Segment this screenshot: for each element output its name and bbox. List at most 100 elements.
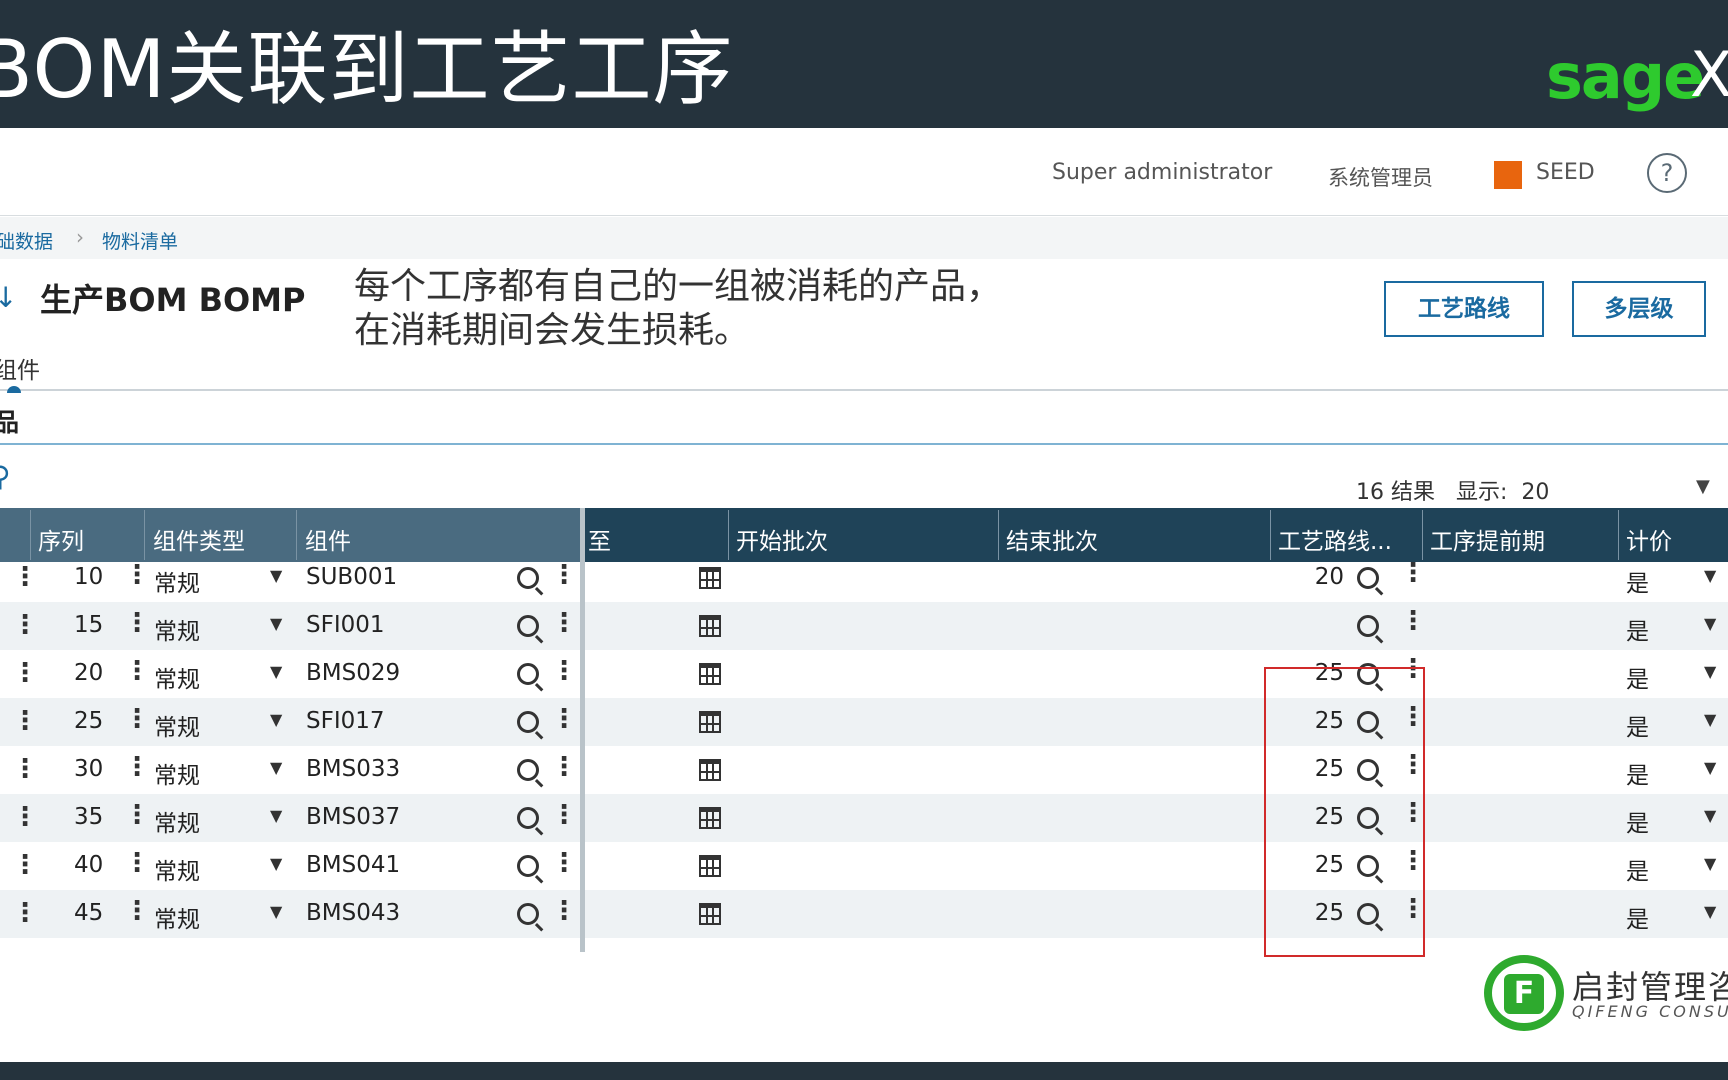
cell-component[interactable]: BMS029: [306, 660, 400, 686]
cell-pricing[interactable]: 是: [1626, 660, 1649, 694]
cell-menu-icon[interactable]: ⋮: [551, 898, 577, 924]
row-menu-icon[interactable]: ⋮: [12, 756, 38, 782]
help-icon[interactable]: ?: [1647, 153, 1687, 193]
table-row[interactable]: ⋮ 20 ⋮ 常规 ▼ BMS029 ⋮ 25 ⋮ 是 ▼: [0, 650, 1728, 698]
cell-menu-icon[interactable]: ⋮: [124, 610, 150, 636]
frozen-column-splitter[interactable]: [580, 508, 585, 952]
search-icon[interactable]: ⚲: [0, 460, 11, 493]
cell-menu-icon[interactable]: ⋮: [124, 562, 150, 588]
cell-menu-icon[interactable]: ⋮: [124, 706, 150, 732]
routing-button[interactable]: 工艺路线: [1384, 281, 1544, 337]
cell-type[interactable]: 常规: [154, 756, 200, 790]
table-row[interactable]: ⋮ 10 ⋮ 常规 ▼ SUB001 ⋮ 20 ⋮ 是 ▼: [0, 554, 1728, 602]
cell-seq[interactable]: 40: [74, 852, 103, 878]
search-icon[interactable]: [517, 711, 539, 733]
breadcrumb-item-base-data[interactable]: 础数据: [0, 227, 53, 254]
breadcrumb-item-bom[interactable]: 物料清单: [102, 227, 178, 254]
cell-seq[interactable]: 10: [74, 564, 103, 590]
calendar-icon[interactable]: [699, 567, 721, 589]
cell-component[interactable]: BMS033: [306, 756, 400, 782]
chevron-down-icon[interactable]: ▼: [270, 806, 282, 825]
row-menu-icon[interactable]: ⋮: [12, 804, 38, 830]
chevron-down-icon[interactable]: ▼: [270, 710, 282, 729]
cell-menu-icon[interactable]: ⋮: [124, 754, 150, 780]
chevron-down-icon[interactable]: ▼: [270, 902, 282, 921]
cell-type[interactable]: 常规: [154, 900, 200, 934]
row-menu-icon[interactable]: ⋮: [12, 900, 38, 926]
calendar-icon[interactable]: [699, 855, 721, 877]
folder-name[interactable]: SEED: [1536, 160, 1595, 185]
row-menu-icon[interactable]: ⋮: [12, 612, 38, 638]
chevron-down-icon[interactable]: ▼: [1704, 710, 1716, 729]
search-icon[interactable]: [517, 903, 539, 925]
row-menu-icon[interactable]: ⋮: [12, 564, 38, 590]
cell-component[interactable]: SFI001: [306, 612, 385, 638]
chevron-down-icon[interactable]: ▼: [1704, 806, 1716, 825]
column-header-start-lot[interactable]: 开始批次: [736, 522, 828, 556]
cell-pricing[interactable]: 是: [1626, 852, 1649, 886]
chevron-down-icon[interactable]: ▼: [270, 662, 282, 681]
multilevel-button[interactable]: 多层级: [1572, 281, 1706, 337]
cell-component[interactable]: BMS043: [306, 900, 400, 926]
calendar-icon[interactable]: [699, 663, 721, 685]
column-header-end-lot[interactable]: 结束批次: [1006, 522, 1098, 556]
search-icon[interactable]: [1357, 615, 1379, 637]
chevron-down-icon[interactable]: ▼: [1704, 902, 1716, 921]
search-icon[interactable]: [517, 663, 539, 685]
cell-menu-icon[interactable]: ⋮: [124, 850, 150, 876]
row-menu-icon[interactable]: ⋮: [12, 852, 38, 878]
cell-seq[interactable]: 15: [74, 612, 103, 638]
table-row[interactable]: ⋮ 45 ⋮ 常规 ▼ BMS043 ⋮ 25 ⋮ 是 ▼: [0, 890, 1728, 938]
cell-pricing[interactable]: 是: [1626, 612, 1649, 646]
cell-component[interactable]: SFI017: [306, 708, 385, 734]
table-row[interactable]: ⋮ 40 ⋮ 常规 ▼ BMS041 ⋮ 25 ⋮ 是 ▼: [0, 842, 1728, 890]
cell-menu-icon[interactable]: ⋮: [124, 898, 150, 924]
column-header-lead-time[interactable]: 工序提前期: [1430, 522, 1545, 556]
chevron-down-icon[interactable]: ▼: [1696, 476, 1710, 497]
cell-seq[interactable]: 45: [74, 900, 103, 926]
tab-components[interactable]: 组件: [0, 351, 40, 385]
search-icon[interactable]: [517, 567, 539, 589]
chevron-down-icon[interactable]: ▼: [270, 566, 282, 585]
cell-seq[interactable]: 25: [74, 708, 103, 734]
column-header-component[interactable]: 组件: [305, 522, 351, 556]
cell-type[interactable]: 常规: [154, 612, 200, 646]
cell-menu-icon[interactable]: ⋮: [551, 850, 577, 876]
cell-pricing[interactable]: 是: [1626, 804, 1649, 838]
cell-type[interactable]: 常规: [154, 708, 200, 742]
column-header-routing-op[interactable]: 工艺路线...: [1278, 522, 1392, 556]
cell-type[interactable]: 常规: [154, 852, 200, 886]
cell-menu-icon[interactable]: ⋮: [1400, 608, 1426, 634]
search-icon[interactable]: [1357, 567, 1379, 589]
search-icon[interactable]: [517, 615, 539, 637]
chevron-down-icon[interactable]: ▼: [1704, 614, 1716, 633]
cell-seq[interactable]: 35: [74, 804, 103, 830]
user-name[interactable]: Super administrator: [1052, 160, 1272, 185]
cell-component[interactable]: BMS041: [306, 852, 400, 878]
table-row[interactable]: ⋮ 30 ⋮ 常规 ▼ BMS033 ⋮ 25 ⋮ 是 ▼: [0, 746, 1728, 794]
chevron-down-icon[interactable]: ▼: [270, 758, 282, 777]
column-header-pricing[interactable]: 计价: [1626, 522, 1672, 556]
chevron-down-icon[interactable]: ▼: [270, 854, 282, 873]
cell-pricing[interactable]: 是: [1626, 708, 1649, 742]
table-row[interactable]: ⋮ 35 ⋮ 常规 ▼ BMS037 ⋮ 25 ⋮ 是 ▼: [0, 794, 1728, 842]
cell-menu-icon[interactable]: ⋮: [551, 754, 577, 780]
cell-menu-icon[interactable]: ⋮: [551, 658, 577, 684]
row-menu-icon[interactable]: ⋮: [12, 660, 38, 686]
calendar-icon[interactable]: [699, 807, 721, 829]
chevron-down-icon[interactable]: ▼: [1704, 758, 1716, 777]
cell-menu-icon[interactable]: ⋮: [551, 610, 577, 636]
cell-pricing[interactable]: 是: [1626, 900, 1649, 934]
column-header-seq[interactable]: 序列: [38, 522, 84, 556]
column-header-to[interactable]: 至: [588, 522, 611, 556]
table-row[interactable]: ⋮ 15 ⋮ 常规 ▼ SFI001 ⋮ ⋮ 是 ▼: [0, 602, 1728, 650]
chevron-down-icon[interactable]: ▼: [270, 614, 282, 633]
cell-menu-icon[interactable]: ⋮: [124, 658, 150, 684]
cell-menu-icon[interactable]: ⋮: [551, 562, 577, 588]
search-icon[interactable]: [517, 855, 539, 877]
cell-menu-icon[interactable]: ⋮: [551, 706, 577, 732]
cell-pricing[interactable]: 是: [1626, 756, 1649, 790]
chevron-down-icon[interactable]: ▼: [1704, 662, 1716, 681]
user-role[interactable]: 系统管理员: [1328, 162, 1433, 192]
cell-type[interactable]: 常规: [154, 660, 200, 694]
